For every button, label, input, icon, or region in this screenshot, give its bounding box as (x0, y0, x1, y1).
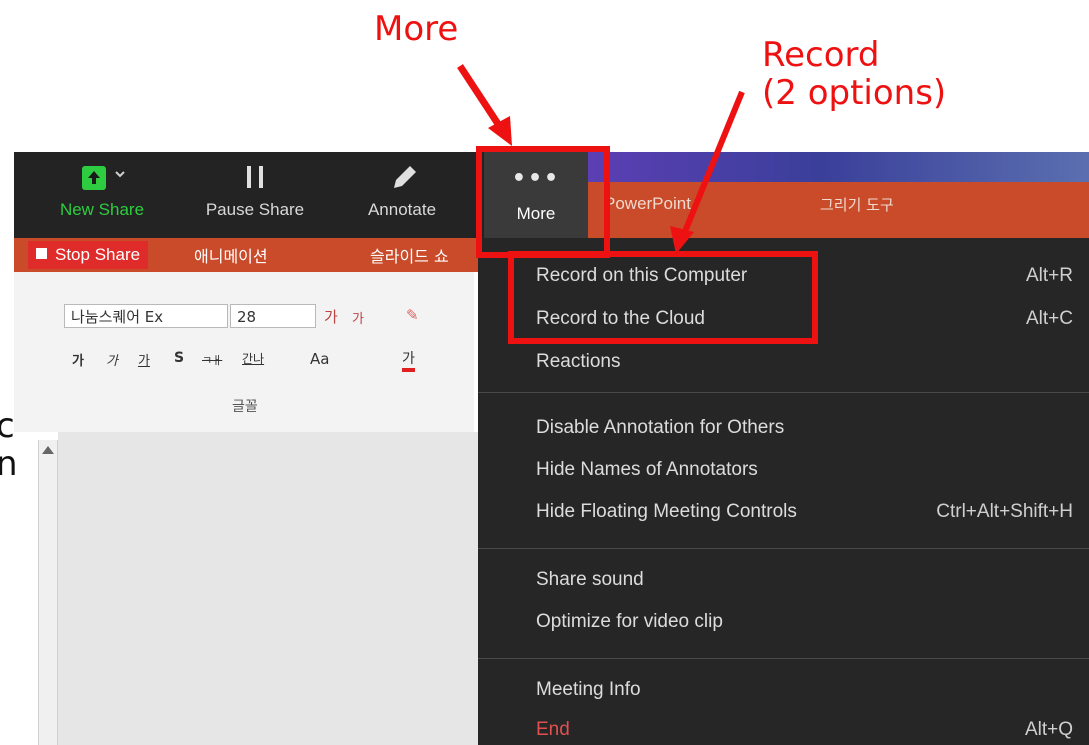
menu-item-label: Share sound (536, 569, 644, 590)
record-highlight-box (508, 251, 818, 344)
share-arrow-icon (52, 160, 152, 200)
menu-item-shortcut: Alt+R (1026, 265, 1073, 286)
pause-share-label: Pause Share (205, 200, 305, 219)
pause-share-button[interactable]: Pause Share (200, 160, 310, 220)
menu-item-label: Hide Floating Meeting Controls (536, 501, 797, 522)
annotate-button[interactable]: Annotate (352, 160, 452, 220)
zoom-share-toolbar: New Share Pause Share Annotate (14, 152, 490, 238)
menu-item-label: Disable Annotation for Others (536, 417, 785, 438)
menu-item-label: End (536, 719, 570, 740)
menu-item-optimize-video[interactable]: Optimize for video clip (536, 602, 1073, 642)
font-color-button[interactable]: 가 (402, 348, 415, 372)
menu-item-label: Hide Names of Annotators (536, 459, 758, 480)
more-arrow-icon (457, 64, 512, 146)
font-name-select[interactable]: 나눔스퀘어 Ex (64, 304, 228, 328)
stop-share-label: Stop Share (55, 245, 141, 264)
strikethrough-button[interactable]: ㅋㅐ (202, 352, 222, 368)
font-ribbon-group: 나눔스퀘어 Ex 28 가 가 ✎ 가 가 가 S ㅋㅐ 간나 Aa 가 글꼴 (14, 272, 474, 432)
font-size-select[interactable]: 28 (230, 304, 316, 328)
menu-separator (478, 548, 1089, 549)
vertical-scrollbar[interactable] (38, 440, 58, 745)
annotate-label: Annotate (367, 200, 437, 219)
slide-canvas (58, 432, 478, 745)
menu-item-shortcut: Alt+C (1026, 308, 1073, 329)
menu-item-disable-annotation[interactable]: Disable Annotation for Others (536, 408, 1073, 448)
menu-separator (478, 658, 1089, 659)
drawing-tools-tab[interactable]: 그리기 도구 (820, 194, 894, 215)
pencil-icon (352, 160, 452, 200)
menu-item-label: Reactions (536, 351, 621, 372)
new-share-label: New Share (59, 200, 145, 219)
menu-item-reactions[interactable]: Reactions (536, 342, 1073, 382)
menu-item-meeting-info[interactable]: Meeting Info (536, 670, 1073, 710)
menu-separator (478, 392, 1089, 393)
animations-tab[interactable]: 애니메이션 (194, 243, 268, 267)
stop-square-icon (36, 248, 47, 259)
record-callout-label: Record (2 options) (762, 36, 946, 112)
font-group-label: 글꼴 (232, 399, 258, 415)
clear-format-icon[interactable]: ✎ (406, 306, 419, 324)
more-callout-label: More (374, 9, 459, 49)
stop-share-button[interactable]: Stop Share (28, 241, 149, 269)
change-case-button[interactable]: Aa (310, 350, 329, 368)
background-text-line1: c (0, 406, 15, 446)
underline-button[interactable]: 가 (138, 350, 150, 369)
pause-icon (200, 160, 310, 200)
grow-font-button[interactable]: 가 (324, 306, 338, 327)
shadow-button[interactable]: S (174, 350, 184, 366)
slideshow-tab[interactable]: 슬라이드 쇼 (370, 243, 449, 267)
menu-item-label: Optimize for video clip (536, 611, 723, 632)
scroll-up-icon[interactable] (42, 446, 54, 454)
more-highlight-box (476, 146, 610, 258)
menu-item-shortcut: Alt+Q (1024, 719, 1073, 740)
menu-item-hide-floating-controls[interactable]: Hide Floating Meeting Controls Ctrl+Alt+… (536, 492, 1073, 532)
record-callout-line1: Record (762, 35, 880, 75)
bold-button[interactable]: 가 (72, 350, 84, 369)
background-text-line2: n (0, 444, 18, 484)
menu-item-label: Meeting Info (536, 679, 641, 700)
shrink-font-button[interactable]: 가 (352, 308, 364, 327)
new-share-button[interactable]: New Share (52, 160, 152, 220)
char-spacing-button[interactable]: 간나 (242, 350, 264, 367)
menu-item-end[interactable]: End Alt+Q (536, 710, 1073, 745)
menu-item-shortcut: Ctrl+Alt+Shift+H (936, 501, 1073, 522)
menu-item-hide-annotator-names[interactable]: Hide Names of Annotators (536, 450, 1073, 490)
record-callout-line2: (2 options) (762, 73, 947, 113)
menu-item-share-sound[interactable]: Share sound (536, 560, 1073, 600)
ppt-title-text: PowerPoint (604, 194, 691, 213)
italic-button[interactable]: 가 (106, 350, 118, 369)
